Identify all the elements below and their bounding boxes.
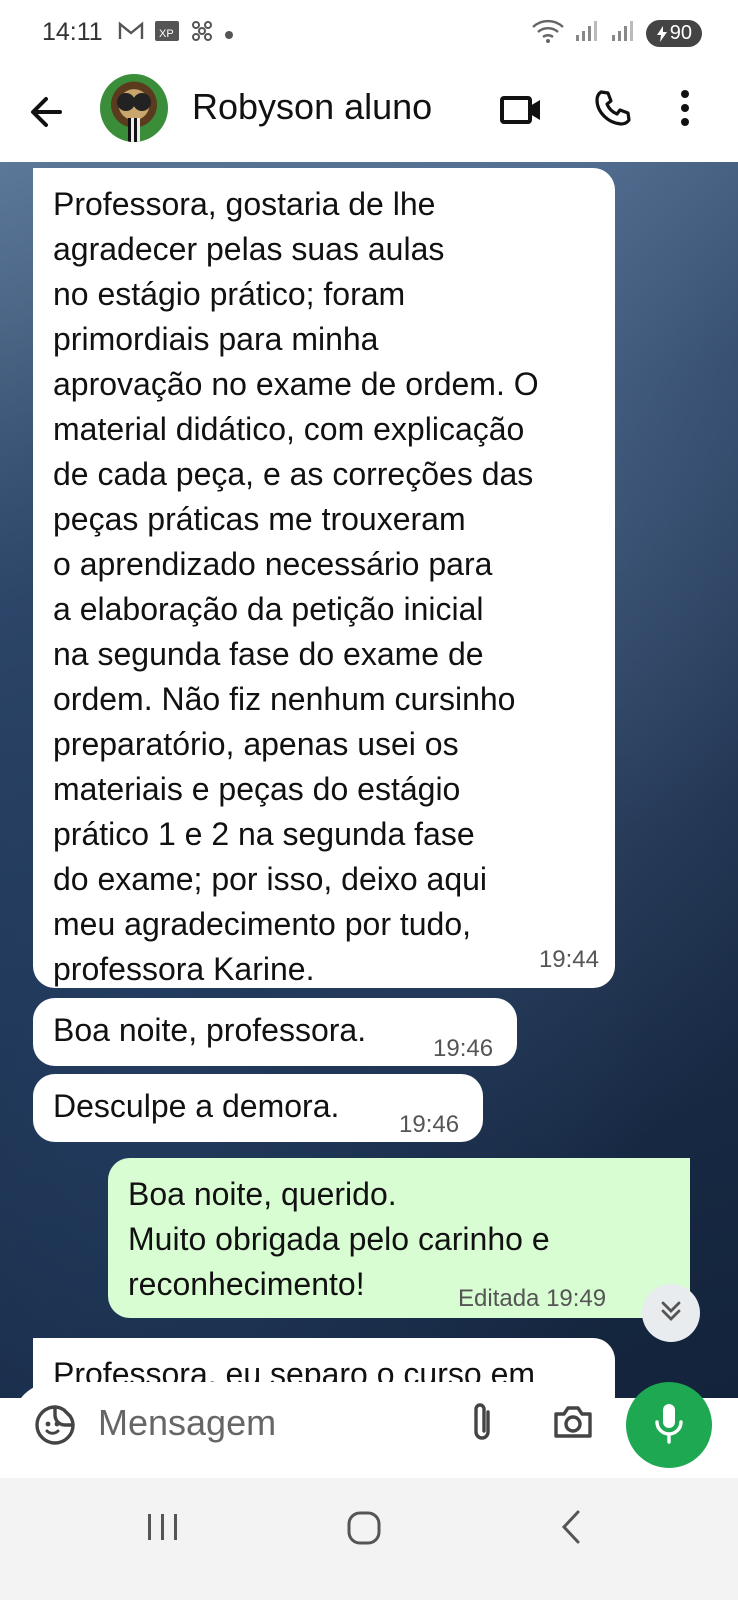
- attach-icon[interactable]: [466, 1400, 498, 1451]
- message-input[interactable]: Mensagem: [12, 1382, 614, 1466]
- avatar[interactable]: [100, 74, 168, 142]
- system-nav-bar: [0, 1478, 738, 1600]
- message-text: Boa noite, professora.: [53, 1012, 367, 1048]
- composer: Mensagem: [0, 1376, 738, 1478]
- back-arrow-icon[interactable]: [26, 90, 70, 134]
- fan-icon: [190, 20, 214, 48]
- message-incoming[interactable]: Desculpe a demora. 19:46: [33, 1074, 483, 1142]
- mic-button[interactable]: [626, 1382, 712, 1468]
- scroll-down-button[interactable]: [642, 1284, 700, 1342]
- message-time: 19:46: [399, 1111, 460, 1138]
- dot-icon: [224, 23, 234, 46]
- gmail-icon: [118, 21, 144, 47]
- xp-icon: XP: [154, 20, 180, 48]
- message-incoming[interactable]: Professora, gostaria de lhe agradecer pe…: [33, 168, 615, 988]
- home-icon[interactable]: [346, 1510, 382, 1551]
- chat-header: Robyson aluno: [0, 66, 738, 162]
- camera-icon[interactable]: [552, 1402, 594, 1447]
- message-outgoing[interactable]: Boa noite, querido. Muito obrigada pelo …: [108, 1158, 690, 1318]
- double-chevron-down-icon: [657, 1297, 685, 1330]
- message-placeholder: Mensagem: [98, 1402, 277, 1443]
- sticker-icon[interactable]: [34, 1404, 76, 1451]
- message-text: Desculpe a demora.: [53, 1088, 340, 1124]
- battery-icon: 90: [645, 20, 702, 47]
- microphone-icon: [652, 1402, 686, 1449]
- video-call-icon[interactable]: [500, 90, 542, 135]
- recent-apps-icon[interactable]: [146, 1512, 180, 1547]
- message-time: Editada 19:49: [458, 1285, 607, 1312]
- status-time: 14:11: [42, 18, 103, 46]
- more-options-icon[interactable]: [680, 88, 690, 133]
- signal-icon: [610, 19, 638, 48]
- signal-icon: [574, 19, 602, 48]
- message-text: Professora, gostaria de lhe agradecer pe…: [53, 186, 539, 987]
- message-incoming[interactable]: Boa noite, professora. 19:46: [33, 998, 517, 1066]
- message-time: 19:44: [538, 946, 599, 973]
- battery-level: 90: [669, 22, 692, 44]
- wifi-icon: [530, 18, 566, 49]
- status-bar: 14:11 XP 90: [0, 0, 738, 66]
- message-time: 19:46: [433, 1035, 494, 1062]
- phone-call-icon[interactable]: [592, 88, 632, 133]
- svg-text:XP: XP: [159, 28, 174, 40]
- contact-name[interactable]: Robyson aluno: [192, 86, 432, 128]
- chat-area[interactable]: Professora, gostaria de lhe agradecer pe…: [0, 162, 738, 1398]
- nav-back-icon[interactable]: [558, 1508, 584, 1551]
